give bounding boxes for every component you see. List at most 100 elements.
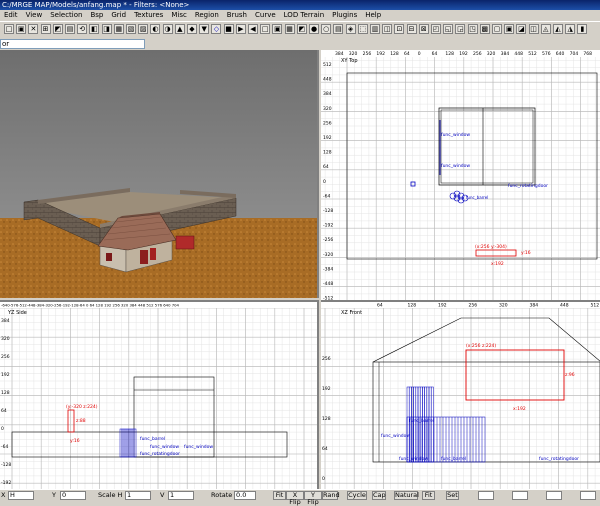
toolbar-button-25-icon[interactable]: ◩ [296,24,307,34]
toolbar-button-34-icon[interactable]: ⊟ [406,24,417,34]
menu-help[interactable]: Help [361,11,385,19]
set-field-3[interactable] [546,491,562,500]
menu-grid[interactable]: Grid [107,11,130,19]
toolbar-button-17-icon[interactable]: ▼ [199,24,210,34]
yz-y-tick: -128 [1,462,11,468]
xz-entity-label: func_window [381,433,410,439]
set-field-2[interactable] [512,491,528,500]
cycle-button[interactable]: Cycle [347,491,367,500]
toolbar-button-32-icon[interactable]: ◫ [382,24,393,34]
rotate-field[interactable]: 0.0 [234,491,256,500]
toolbar-button-18-icon[interactable]: ◇ [211,24,222,34]
toolbar-button-31-icon[interactable]: ▥ [370,24,380,34]
toolbar-button-30-icon[interactable]: ⬚ [357,24,368,34]
yz-y-tick: -64 [1,444,8,450]
xy-x-tick: 768 [583,51,592,57]
xy-sel-height: y:16 [521,250,531,256]
yz-entity-label: func_window [150,444,179,450]
toolbar-button-36-icon[interactable]: ◰ [431,24,441,34]
xy-y-tick: -128 [323,208,333,214]
x-shift-field[interactable]: H [8,491,34,500]
toolbar-button-44-icon[interactable]: ◫ [528,24,539,34]
toolbar-button-27-icon[interactable]: ○ [321,24,332,34]
toolbar-button-37-icon[interactable]: ◱ [443,24,454,34]
toolbar-button-6-icon[interactable]: ▤ [65,24,75,34]
yz-y-tick: 0 [1,426,4,432]
toolbar-button-42-icon[interactable]: ▣ [504,24,515,34]
toolbar-button-16-icon[interactable]: ◆ [187,24,197,34]
toolbar-button-14-icon[interactable]: ◑ [162,24,173,34]
xz-front-view[interactable]: 64 128 192 256 320 384 448 512 XZ Front 256 192 128… [321,300,600,489]
yz-side-view[interactable]: -640-576-512-448-384-320-256-192-128-64 … [0,300,319,489]
toolbar-button-12-icon[interactable]: ▨ [138,24,149,34]
toolbar-button-39-icon[interactable]: ◳ [467,24,478,34]
set-field-4[interactable] [580,491,596,500]
toolbar-button-1-icon[interactable]: □ [4,24,14,34]
menu-bsp[interactable]: Bsp [86,11,107,19]
yz-y-tick: 192 [1,372,10,378]
y-flip-button[interactable]: Y Flip [304,491,322,506]
toolbar-button-35-icon[interactable]: ⊠ [418,24,429,34]
menu-lod-terrain[interactable]: LOD Terrain [280,11,328,19]
natural-button[interactable]: Natural [394,491,419,500]
toolbar-button-26-icon[interactable]: ● [309,24,319,34]
yz-sel-height: z:88 [76,418,86,424]
toolbar-button-4-icon[interactable]: ⊞ [40,24,51,34]
menu-plugins[interactable]: Plugins [328,11,361,19]
toolbar-button-21-icon[interactable]: ◀ [248,24,258,34]
camera-view[interactable] [0,50,319,298]
xy-top-view[interactable]: 384 320 256 192 128 64 0 64 128 192 256 320 384 448 51… [321,50,600,300]
scale-v-field[interactable]: 1 [168,491,194,500]
toolbar-button-13-icon[interactable]: ◐ [150,24,161,34]
toolbar-button-20-icon[interactable]: ▶ [235,24,246,34]
toolbar-button-43-icon[interactable]: ◪ [516,24,527,34]
texture-name-field[interactable]: or [0,39,145,49]
toolbar-button-3-icon[interactable]: ✕ [28,24,39,34]
cap-button[interactable]: Cap [372,491,386,500]
menu-view[interactable]: View [22,11,47,19]
toolbar-button-2-icon[interactable]: ▣ [16,24,27,34]
set-button[interactable]: Set [446,491,459,500]
menu-region[interactable]: Region [191,11,223,19]
toolbar-button-45-icon[interactable]: ◬ [540,24,551,34]
menu-brush[interactable]: Brush [223,11,251,19]
menu-curve[interactable]: Curve [251,11,280,19]
toolbar-button-10-icon[interactable]: ▦ [113,24,124,34]
menu-selection[interactable]: Selection [46,11,86,19]
yz-entity-label: func_rotatingdoor [140,451,180,457]
xy-y-tick: -256 [323,237,333,243]
toolbar-button-40-icon[interactable]: ▩ [479,24,490,34]
rotate-label: Rotate [211,491,233,499]
toolbar-button-15-icon[interactable]: ▲ [174,24,185,34]
toolbar-button-5-icon[interactable]: ◩ [52,24,63,34]
toolbar-button-33-icon[interactable]: ⊡ [394,24,405,34]
toolbar-button-7-icon[interactable]: ⟲ [77,24,88,34]
toolbar-button-28-icon[interactable]: ▤ [333,24,344,34]
toolbar-button-22-icon[interactable]: □ [260,24,271,34]
toolbar-button-9-icon[interactable]: ◨ [101,24,112,34]
toolbar-button-29-icon[interactable]: ◈ [345,24,356,34]
menu-textures[interactable]: Textures [130,11,167,19]
menu-edit[interactable]: Edit [0,11,22,19]
toolbar-button-8-icon[interactable]: ◧ [89,24,100,34]
toolbar-button-41-icon[interactable]: ▢ [492,24,502,34]
toolbar-button-47-icon[interactable]: ◮ [565,24,576,34]
toolbar-button-24-icon[interactable]: ▦ [284,24,295,34]
toolbar-button-19-icon[interactable]: ■ [223,24,234,34]
y-shift-field[interactable]: 0 [60,491,86,500]
toolbar-button-48-icon[interactable]: ▮ [577,24,588,34]
toolbar-button-46-icon[interactable]: ◭ [553,24,563,34]
toolbar-button-38-icon[interactable]: ◲ [455,24,466,34]
rand-button[interactable]: Rand [322,491,340,500]
set-field-1[interactable] [478,491,494,500]
fit-button[interactable]: Fit [273,491,286,500]
toolbar-button-23-icon[interactable]: ▣ [272,24,283,34]
scale-h-field[interactable]: 1 [125,491,151,500]
x-flip-button[interactable]: X Flip [286,491,304,506]
xy-x-tick: 384 [335,51,344,57]
fit-2-button[interactable]: Fit [422,491,435,500]
xz-x-tick: 256 [469,303,478,309]
xy-x-tick: 192 [459,51,468,57]
toolbar-button-11-icon[interactable]: ▧ [126,24,136,34]
menu-misc[interactable]: Misc [167,11,190,19]
